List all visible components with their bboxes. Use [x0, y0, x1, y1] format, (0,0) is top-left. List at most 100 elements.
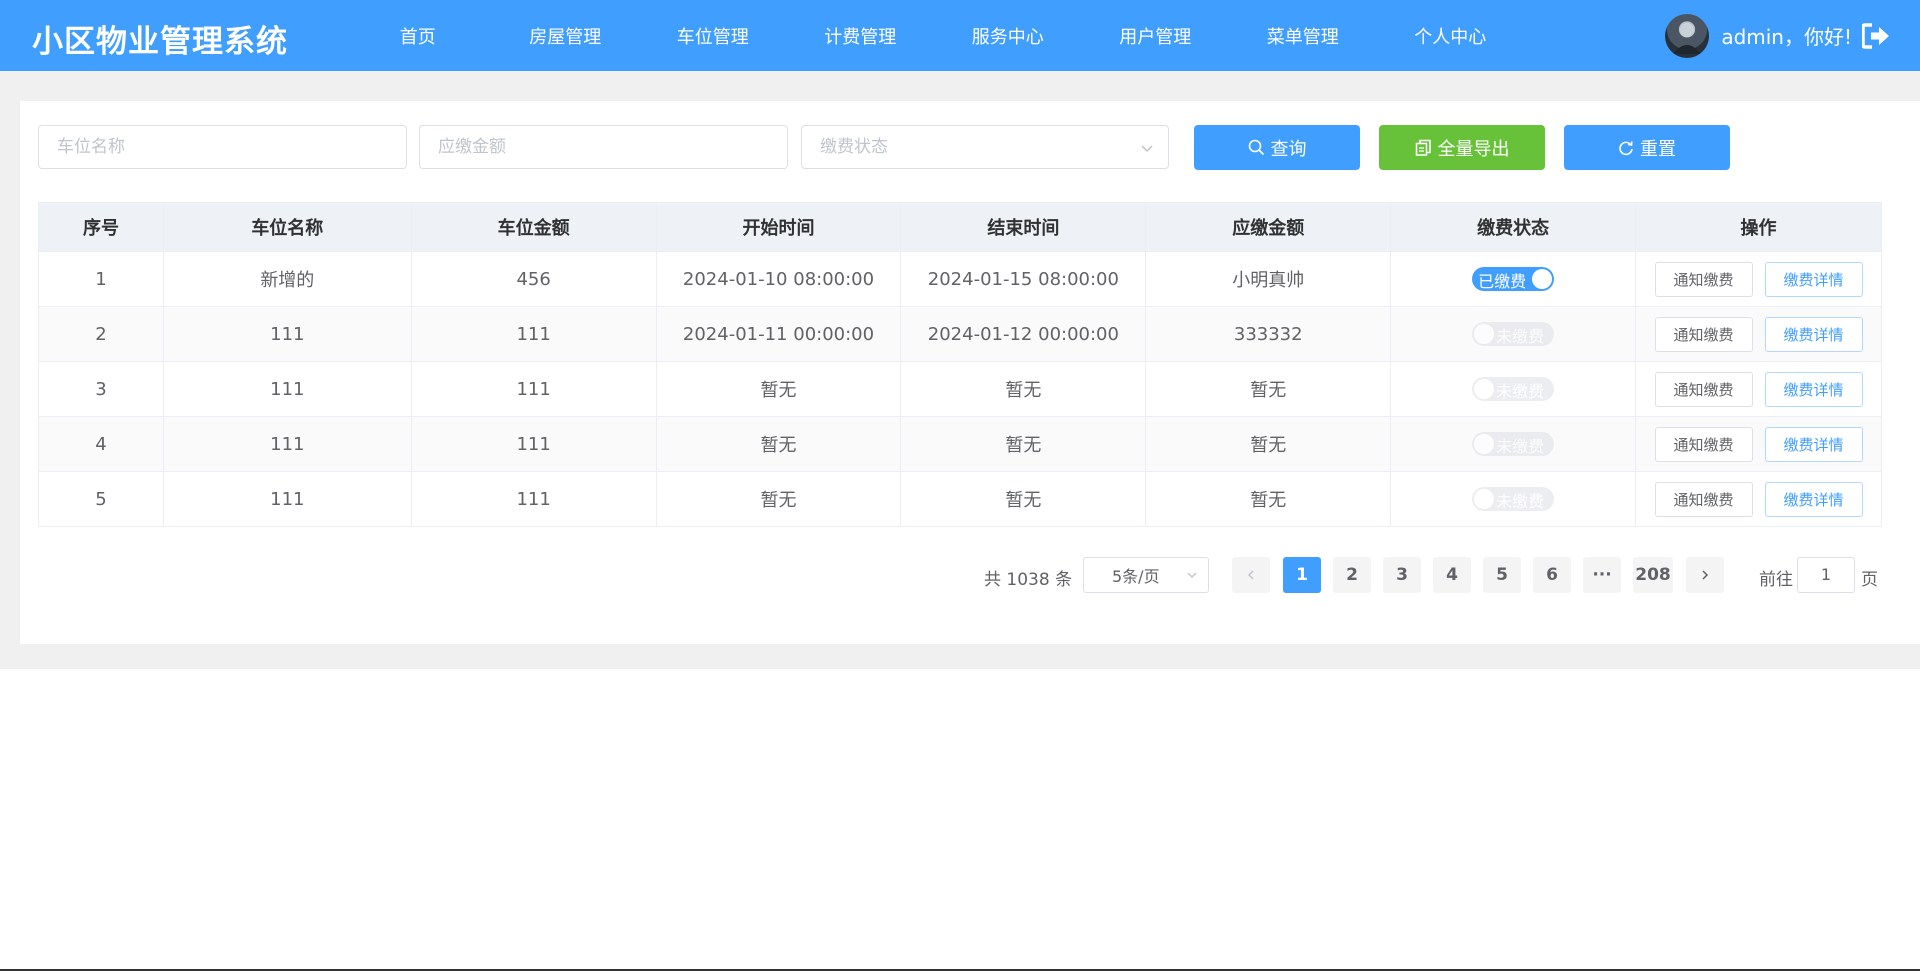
export-all-button-label: 全量导出 [1437, 138, 1510, 160]
cell-index: 2 [38, 306, 164, 362]
reset-button[interactable]: 重置 [1564, 125, 1730, 170]
cell-due: 暂无 [1145, 416, 1392, 472]
search-icon [1248, 139, 1265, 156]
nav-item-house[interactable]: 房屋管理 [492, 23, 640, 49]
switch-knob [1532, 269, 1553, 289]
cell-name: 新增的 [163, 251, 412, 307]
nav-item-profile[interactable]: 个人中心 [1377, 23, 1525, 49]
parking-name-field[interactable] [38, 125, 407, 169]
prev-page-button[interactable] [1232, 557, 1270, 593]
notify-payment-button[interactable]: 通知缴费 [1654, 426, 1753, 462]
page-button-last[interactable]: 208 [1633, 557, 1673, 593]
refresh-icon [1618, 140, 1634, 156]
column-header-due: 应缴金额 [1145, 202, 1392, 252]
parking-name-input[interactable] [57, 137, 388, 157]
payment-status-select[interactable] [801, 125, 1169, 169]
chevron-down-icon [1141, 145, 1153, 153]
column-header-start: 开始时间 [656, 202, 902, 252]
top-nav-bar: 小区物业管理系统 首页 房屋管理 车位管理 计费管理 服务中心 用户管理 菜单管… [0, 0, 1920, 71]
cell-amount: 456 [411, 251, 657, 307]
payment-status-switch[interactable]: 未缴费 [1472, 322, 1555, 346]
cell-index: 3 [38, 361, 164, 417]
switch-label: 未缴费 [1496, 437, 1545, 456]
cell-due: 小明真帅 [1145, 251, 1392, 307]
column-header-actions: 操作 [1635, 202, 1882, 252]
payment-status-switch[interactable]: 未缴费 [1472, 377, 1555, 401]
switch-label: 未缴费 [1496, 327, 1545, 346]
page-button-3[interactable]: 3 [1383, 557, 1421, 593]
switch-knob [1474, 489, 1495, 509]
notify-payment-button[interactable]: 通知缴费 [1654, 371, 1753, 407]
nav-item-users[interactable]: 用户管理 [1082, 23, 1230, 49]
table-row: 2 111 111 2024-01-11 00:00:00 2024-01-12… [38, 306, 1882, 362]
column-header-name: 车位名称 [163, 202, 412, 252]
payment-detail-button[interactable]: 缴费详情 [1764, 481, 1863, 517]
page-size-select[interactable]: 5条/页 [1083, 557, 1209, 593]
cell-amount: 111 [411, 306, 657, 362]
cell-due: 暂无 [1145, 471, 1392, 527]
payment-detail-button[interactable]: 缴费详情 [1764, 261, 1863, 297]
table-row: 3 111 111 暂无 暂无 暂无 未缴费 通知缴费 缴费详情 [38, 361, 1882, 417]
switch-label: 未缴费 [1496, 492, 1545, 511]
cell-status: 已缴费 [1390, 251, 1637, 307]
page-button-1[interactable]: 1 [1283, 557, 1321, 593]
cell-end: 暂无 [900, 471, 1147, 527]
nav-item-billing[interactable]: 计费管理 [787, 23, 935, 49]
table-header-row: 序号 车位名称 车位金额 开始时间 结束时间 应缴金额 缴费状态 操作 [38, 202, 1882, 252]
next-page-button[interactable] [1686, 557, 1724, 593]
payment-detail-button[interactable]: 缴费详情 [1764, 316, 1863, 352]
cell-status: 未缴费 [1390, 361, 1637, 417]
avatar[interactable] [1665, 13, 1710, 58]
parking-fee-table: 序号 车位名称 车位金额 开始时间 结束时间 应缴金额 缴费状态 操作 1 新增… [38, 202, 1882, 527]
notify-payment-button[interactable]: 通知缴费 [1654, 481, 1753, 517]
page-button-6[interactable]: 6 [1533, 557, 1571, 593]
query-button[interactable]: 查询 [1194, 125, 1360, 170]
page-button-2[interactable]: 2 [1333, 557, 1371, 593]
cell-start: 暂无 [656, 416, 902, 472]
cell-index: 1 [38, 251, 164, 307]
column-header-status: 缴费状态 [1390, 202, 1637, 252]
logout-button[interactable] [1862, 22, 1890, 50]
payment-status-switch[interactable]: 未缴费 [1472, 432, 1555, 456]
chevron-right-icon [1702, 570, 1709, 580]
cell-start: 2024-01-11 00:00:00 [656, 306, 902, 362]
nav-item-service[interactable]: 服务中心 [934, 23, 1082, 49]
export-all-button[interactable]: 全量导出 [1379, 125, 1545, 170]
due-amount-field[interactable] [419, 125, 788, 169]
cell-name: 111 [163, 306, 412, 362]
switch-label: 未缴费 [1496, 382, 1545, 401]
user-greeting: admin，你好! [1721, 25, 1852, 49]
payment-status-switch[interactable]: 已缴费 [1472, 267, 1555, 291]
reset-button-label: 重置 [1640, 138, 1676, 160]
due-amount-input[interactable] [438, 137, 769, 157]
cell-due: 333332 [1145, 306, 1392, 362]
notify-payment-button[interactable]: 通知缴费 [1654, 261, 1753, 297]
cell-status: 未缴费 [1390, 306, 1637, 362]
column-header-amount: 车位金额 [411, 202, 657, 252]
notify-payment-button[interactable]: 通知缴费 [1654, 316, 1753, 352]
main-nav: 首页 房屋管理 车位管理 计费管理 服务中心 用户管理 菜单管理 个人中心 [344, 0, 1524, 71]
column-header-index: 序号 [38, 202, 164, 252]
payment-detail-button[interactable]: 缴费详情 [1764, 371, 1863, 407]
pagination-total: 共 1038 条 [984, 570, 1073, 590]
cell-start: 暂无 [656, 361, 902, 417]
page-button-5[interactable]: 5 [1483, 557, 1521, 593]
payment-status-switch[interactable]: 未缴费 [1472, 487, 1555, 511]
cell-end: 2024-01-12 00:00:00 [900, 306, 1147, 362]
payment-detail-button[interactable]: 缴费详情 [1764, 426, 1863, 462]
page-button-4[interactable]: 4 [1433, 557, 1471, 593]
nav-item-home[interactable]: 首页 [344, 23, 492, 49]
goto-page-input[interactable]: 1 [1797, 557, 1855, 593]
nav-item-menu[interactable]: 菜单管理 [1229, 23, 1377, 49]
cell-end: 2024-01-15 08:00:00 [900, 251, 1147, 307]
column-header-end: 结束时间 [900, 202, 1147, 252]
cell-actions: 通知缴费 缴费详情 [1635, 361, 1882, 417]
table-row: 5 111 111 暂无 暂无 暂无 未缴费 通知缴费 缴费详情 [38, 471, 1882, 527]
nav-item-parking[interactable]: 车位管理 [639, 23, 787, 49]
cell-index: 5 [38, 471, 164, 527]
payment-status-input[interactable] [820, 137, 1150, 157]
more-pages-button[interactable]: ··· [1583, 557, 1621, 593]
chevron-left-icon [1247, 570, 1254, 580]
switch-knob [1474, 434, 1495, 454]
cell-name: 111 [163, 416, 412, 472]
